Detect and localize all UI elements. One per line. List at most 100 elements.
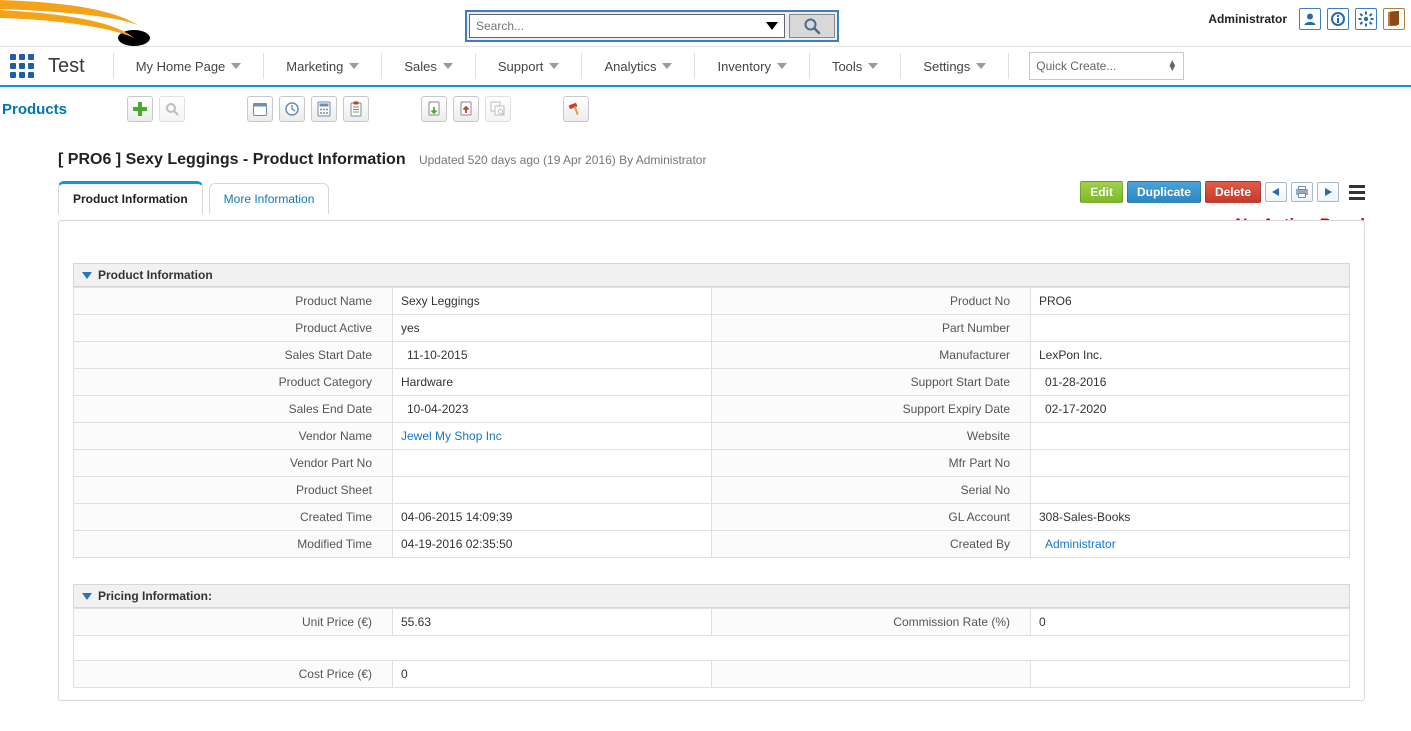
field-value: Sexy Leggings [393,288,712,315]
import-icon [427,101,441,117]
menu-marketing[interactable]: Marketing [272,46,373,86]
field-label: Created Time [74,504,393,531]
field-label: Product Category [74,369,393,396]
field-label: Product Active [74,315,393,342]
gear-icon [1358,11,1374,27]
menu-sales[interactable]: Sales [390,46,467,86]
field-label: Part Number [712,315,1031,342]
field-value: Hardware [393,369,712,396]
field-label: GL Account [712,504,1031,531]
field-value: 01-28-2016 [1031,369,1350,396]
search-button[interactable] [789,14,835,38]
section-pricing-information: Pricing Information: Unit Price (€)55.63… [73,584,1350,688]
collapse-icon [82,272,92,279]
search-scope-dropdown[interactable] [766,22,778,30]
calculator-tool[interactable] [311,96,337,122]
table-row: Vendor Name Jewel My Shop Inc Website [74,423,1350,450]
hammer-tool[interactable] [563,96,589,122]
field-label: Serial No [712,477,1031,504]
current-user-label: Administrator [1208,12,1287,26]
quick-create-select[interactable]: Quick Create... ▲▼ [1029,52,1184,80]
triangle-left-icon [1271,187,1281,197]
next-record-button[interactable] [1317,182,1339,202]
field-value [393,450,712,477]
record-header: [ PRO6 ] Sexy Leggings - Product Informa… [16,131,1395,181]
print-button[interactable] [1291,182,1313,202]
record-subtitle: Updated 520 days ago (19 Apr 2016) By Ad… [419,153,707,167]
module-title[interactable]: Products [2,101,67,118]
field-label: Commission Rate (%) [712,609,1031,636]
field-value: 0 [393,661,712,688]
field-value: 11-10-2015 [393,342,712,369]
delete-button[interactable]: Delete [1205,181,1261,203]
detail-card: Product Information Product NameSexy Leg… [58,220,1365,701]
menu-inventory[interactable]: Inventory [703,46,800,86]
prev-record-button[interactable] [1265,182,1287,202]
chevron-down-icon [349,63,359,69]
help-button[interactable] [1327,8,1349,30]
duplicate-button[interactable]: Duplicate [1127,181,1201,203]
field-label: Cost Price (€) [74,661,393,688]
add-record-button[interactable] [127,96,153,122]
stepper-icon: ▲▼ [1167,61,1177,71]
export-tool[interactable] [453,96,479,122]
calendar-tool[interactable] [247,96,273,122]
main-menu: Test My Home Page Marketing Sales Suppor… [0,47,1411,87]
field-value: PRO6 [1031,288,1350,315]
plus-icon [132,101,148,117]
search-icon [803,17,821,35]
link[interactable]: Administrator [1039,537,1116,551]
record-actions: Edit Duplicate Delete [1080,181,1365,203]
settings-button[interactable] [1355,8,1377,30]
clock-tool[interactable] [279,96,305,122]
pricing-info-table: Unit Price (€)55.63Commission Rate (%)0C… [73,608,1350,688]
tab-product-information[interactable]: Product Information [58,181,203,214]
table-row: Vendor Part NoMfr Part No [74,450,1350,477]
top-right-controls: Administrator [1208,8,1405,30]
menu-home[interactable]: My Home Page [122,46,256,86]
field-label: Sales End Date [74,396,393,423]
export-icon [459,101,473,117]
field-value: Jewel My Shop Inc [393,423,712,450]
apps-launcher[interactable] [10,54,34,78]
logout-button[interactable] [1383,8,1405,30]
door-icon [1387,11,1401,27]
field-label: Vendor Name [74,423,393,450]
triangle-right-icon [1323,187,1333,197]
global-search [465,10,839,42]
list-toggle-button[interactable] [1349,185,1365,200]
field-value [1031,315,1350,342]
section-header[interactable]: Product Information [73,263,1350,287]
user-button[interactable] [1299,8,1321,30]
import-tool[interactable] [421,96,447,122]
field-value [393,477,712,504]
menu-analytics[interactable]: Analytics [590,46,686,86]
top-bar: Administrator [0,0,1411,47]
menu-settings[interactable]: Settings [909,46,1000,86]
field-label: Created By [712,531,1031,558]
clipboard-tool[interactable] [343,96,369,122]
field-value: yes [393,315,712,342]
menu-tools[interactable]: Tools [818,46,892,86]
info-icon [1331,12,1345,26]
link[interactable]: Jewel My Shop Inc [401,429,502,443]
section-header[interactable]: Pricing Information: [73,584,1350,608]
chevron-down-icon [662,63,672,69]
search-input[interactable] [470,15,766,37]
field-label: Website [712,423,1031,450]
field-value [1031,661,1350,688]
field-label: Sales Start Date [74,342,393,369]
menu-support[interactable]: Support [484,46,574,86]
table-row: Sales Start Date11-10-2015ManufacturerLe… [74,342,1350,369]
chevron-down-icon [976,63,986,69]
field-value: 0 [1031,609,1350,636]
table-row: Created Time04-06-2015 14:09:39GL Accoun… [74,504,1350,531]
table-row: Product ActiveyesPart Number [74,315,1350,342]
edit-button[interactable]: Edit [1080,181,1123,203]
field-value: 04-19-2016 02:35:50 [393,531,712,558]
table-row: Unit Price (€)55.63Commission Rate (%)0 [74,609,1350,636]
field-label: Manufacturer [712,342,1031,369]
clock-icon [284,101,300,117]
tab-more-information[interactable]: More Information [209,183,330,214]
field-label: Mfr Part No [712,450,1031,477]
